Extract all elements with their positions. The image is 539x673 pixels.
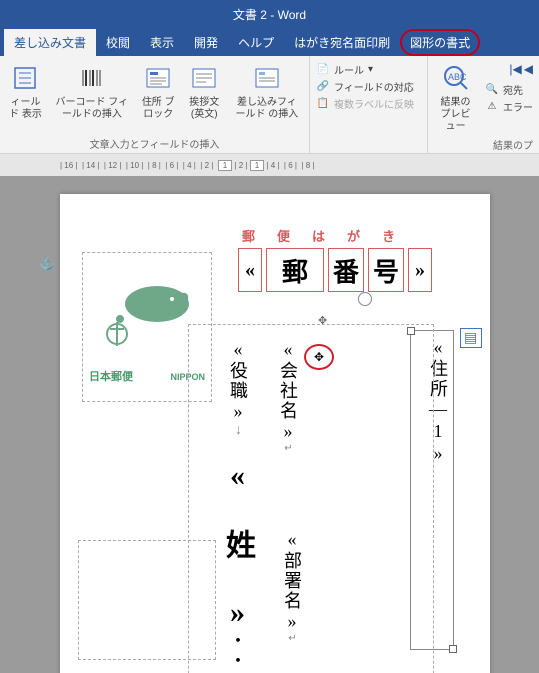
- main-text-frame[interactable]: «会社名»↵ «役職»↓ « 姓 »・・« «部署名»↵: [188, 324, 434, 673]
- update-labels-button: 📋複数ラベルに反映: [316, 96, 421, 111]
- paragraph-mark: ↵: [287, 633, 298, 644]
- tab-shape-format[interactable]: 図形の書式: [400, 29, 480, 56]
- insert-merge-field-label: 差し込みフィールド の挿入: [233, 97, 301, 121]
- field-department: «部署名»: [282, 529, 302, 633]
- down-arrow-icon: ↓: [231, 423, 246, 438]
- postal-cell-3: 号: [368, 248, 404, 292]
- highlight-fields-button[interactable]: ィールド 表示: [6, 60, 45, 123]
- horizontal-ruler[interactable]: | 16 | | 14 | | 12 | | 10 | | 8 | | 6 | …: [0, 154, 539, 176]
- title-bar: 文書 2 - Word: [0, 0, 539, 28]
- postal-cell-open: «: [238, 248, 262, 292]
- barcode-icon: [76, 62, 108, 94]
- sender-frame[interactable]: [78, 540, 216, 660]
- tab-view[interactable]: 表示: [140, 29, 184, 56]
- tab-developer[interactable]: 開発: [184, 29, 228, 56]
- rotate-handle-icon[interactable]: [358, 292, 372, 306]
- address-block-label: 住所 ブロック: [141, 97, 176, 121]
- address-block-icon: [142, 62, 174, 94]
- stamp-label-jp: 日本郵便: [89, 368, 133, 384]
- nav-prev-icon[interactable]: ◀: [524, 62, 533, 76]
- greeting-line-label: 挨拶文 (英文): [188, 97, 221, 121]
- svg-text:ABC: ABC: [448, 72, 467, 82]
- document-canvas[interactable]: ⚓ 日本郵便 NIPPON 郵: [0, 176, 539, 673]
- highlight-fields-icon: [9, 62, 41, 94]
- anchor-icon[interactable]: ⚓: [38, 254, 55, 271]
- cursor-highlight: ✥: [304, 344, 334, 370]
- layout-options-icon[interactable]: [460, 328, 482, 348]
- ribbon-group-preview-caption: 結果のプ: [434, 135, 533, 152]
- barcode-field-label: バーコード フィールドの挿入: [55, 97, 129, 121]
- insert-merge-field-icon: [251, 62, 283, 94]
- ruler-indent-right[interactable]: 1: [250, 160, 264, 171]
- check-errors-button[interactable]: ⚠エラー: [485, 99, 533, 114]
- ribbon-group-fields-caption: 文章入力とフィールドの挿入: [6, 134, 303, 151]
- address-block-button[interactable]: 住所 ブロック: [139, 60, 178, 123]
- ribbon-group-rules: 📄ルール▾ 🔗フィールドの対応 📋複数ラベルに反映: [310, 56, 428, 153]
- tab-help[interactable]: ヘルプ: [228, 29, 284, 56]
- ribbon-tabs: 差し込み文書 校閲 表示 開発 ヘルプ はがき宛名面印刷 図形の書式: [0, 28, 539, 56]
- tab-mailings[interactable]: 差し込み文書: [4, 29, 96, 56]
- greeting-line-button[interactable]: 挨拶文 (英文): [186, 60, 223, 123]
- page: ⚓ 日本郵便 NIPPON 郵: [60, 194, 490, 673]
- barcode-field-button[interactable]: バーコード フィールドの挿入: [53, 60, 131, 123]
- greeting-line-icon: [188, 62, 220, 94]
- postal-cell-1: 郵: [266, 248, 324, 292]
- update-labels-icon: 📋: [316, 97, 330, 111]
- tab-review[interactable]: 校閲: [96, 29, 140, 56]
- nav-arrows: |◀ ◀: [509, 62, 533, 76]
- paragraph-mark: ↵: [283, 443, 294, 454]
- highlight-fields-label: ィールド 表示: [8, 97, 43, 121]
- field-position: «役職»: [228, 339, 248, 423]
- preview-results-button[interactable]: ABC 結果の プレビュー: [434, 60, 477, 135]
- preview-results-icon: ABC: [440, 62, 472, 94]
- preview-results-label: 結果の プレビュー: [436, 97, 475, 133]
- chevron-down-icon: ▾: [368, 64, 373, 75]
- find-recipient-button[interactable]: 🔍宛先: [485, 82, 533, 97]
- field-dots: ・・: [227, 631, 247, 671]
- postal-code-row[interactable]: « 郵 番 号 »: [238, 248, 432, 292]
- tab-hagaki-print[interactable]: はがき宛名面印刷: [284, 29, 400, 56]
- match-fields-icon: 🔗: [316, 80, 330, 94]
- ribbon: ィールド 表示 バーコード フィールドの挿入 住所 ブロック 挨拶文 (英文) …: [0, 56, 539, 154]
- field-surname: « 姓 »: [221, 459, 254, 631]
- insert-merge-field-button[interactable]: 差し込みフィールド の挿入: [231, 60, 303, 123]
- find-recipient-icon: 🔍: [485, 83, 499, 97]
- field-company: «会社名»: [278, 339, 298, 443]
- ribbon-group-fields: ィールド 表示 バーコード フィールドの挿入 住所 ブロック 挨拶文 (英文) …: [0, 56, 310, 153]
- nav-first-icon[interactable]: |◀: [509, 62, 521, 76]
- rules-icon: 📄: [316, 63, 330, 77]
- match-fields-button[interactable]: 🔗フィールドの対応: [316, 79, 421, 94]
- move-cursor-icon: ✥: [314, 350, 324, 364]
- move-handle-icon[interactable]: ✥: [318, 314, 327, 327]
- check-errors-icon: ⚠: [485, 100, 499, 114]
- app-title: 文書 2 - Word: [233, 6, 306, 23]
- rules-button[interactable]: 📄ルール▾: [316, 62, 421, 77]
- postal-cell-close: »: [408, 248, 432, 292]
- postal-cell-2: 番: [328, 248, 364, 292]
- hagaki-header: 郵 便 は が き: [242, 226, 395, 245]
- ruler-indent-left[interactable]: 1: [218, 160, 232, 171]
